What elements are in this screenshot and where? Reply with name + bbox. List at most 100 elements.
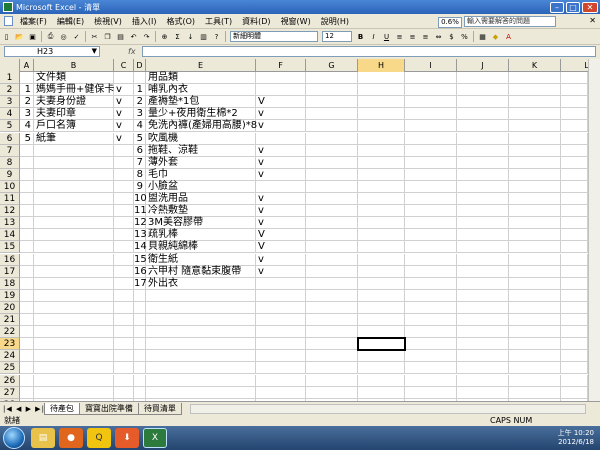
cell-f10[interactable] xyxy=(256,180,306,193)
cell-d19[interactable] xyxy=(134,289,146,302)
cell-f26[interactable] xyxy=(256,374,306,387)
cell-l12[interactable] xyxy=(561,205,588,218)
cell-i13[interactable] xyxy=(405,217,457,230)
cell-j12[interactable] xyxy=(457,205,509,218)
menu-format[interactable]: 格式(O) xyxy=(161,16,200,27)
cell-a4[interactable]: 3 xyxy=(20,108,34,121)
row-header-10[interactable]: 10 xyxy=(0,180,20,193)
cell-l7[interactable] xyxy=(561,144,588,157)
hyperlink-icon[interactable]: ⊕ xyxy=(159,31,170,42)
row-header-8[interactable]: 8 xyxy=(0,156,20,169)
cell-i25[interactable] xyxy=(405,362,457,375)
cell-f11[interactable]: v xyxy=(256,193,306,206)
cell-l24[interactable] xyxy=(561,350,588,363)
cell-g25[interactable] xyxy=(306,362,358,375)
chevron-down-icon[interactable]: ▼ xyxy=(92,47,97,56)
system-clock[interactable]: 上午 10:20 2012/6/18 xyxy=(558,429,594,447)
preview-icon[interactable]: ◎ xyxy=(58,31,69,42)
cell-a10[interactable] xyxy=(20,180,34,193)
cell-g20[interactable] xyxy=(306,301,358,314)
cell-c19[interactable] xyxy=(114,289,134,302)
cell-b24[interactable] xyxy=(34,350,114,363)
cell-i17[interactable] xyxy=(405,265,457,278)
row-header-27[interactable]: 27 xyxy=(0,386,20,399)
cell-d16[interactable]: 15 xyxy=(134,253,147,266)
cell-g2[interactable] xyxy=(306,84,358,97)
cell-i23[interactable] xyxy=(405,338,457,351)
cell-c23[interactable] xyxy=(114,338,134,351)
zoom-box[interactable]: 0.6% xyxy=(438,17,462,28)
cell-i10[interactable] xyxy=(405,180,457,193)
cell-j19[interactable] xyxy=(457,289,509,302)
cell-b14[interactable] xyxy=(34,229,114,242)
cell-j4[interactable] xyxy=(457,108,509,121)
cell-c2[interactable]: v xyxy=(114,84,134,97)
cell-i11[interactable] xyxy=(405,193,457,206)
column-header-e[interactable]: E xyxy=(146,59,256,72)
cell-e12[interactable]: 冷熱敷墊 xyxy=(146,205,256,218)
cell-d14[interactable]: 13 xyxy=(134,229,147,242)
chart-wizard-icon[interactable]: ▥ xyxy=(198,31,209,42)
cell-k4[interactable] xyxy=(509,108,561,121)
cell-k25[interactable] xyxy=(509,362,561,375)
cell-b11[interactable] xyxy=(34,193,114,206)
cell-g22[interactable] xyxy=(306,326,358,339)
cell-f25[interactable] xyxy=(256,362,306,375)
menu-window[interactable]: 視窗(W) xyxy=(276,16,316,27)
cell-c5[interactable]: v xyxy=(114,120,134,133)
cell-l10[interactable] xyxy=(561,180,588,193)
cell-h11[interactable] xyxy=(358,193,405,206)
row-header-12[interactable]: 12 xyxy=(0,205,20,218)
cell-c18[interactable] xyxy=(114,277,134,290)
align-right-icon[interactable]: ≡ xyxy=(420,31,431,42)
cell-c11[interactable] xyxy=(114,193,134,206)
cell-d22[interactable] xyxy=(134,326,146,339)
cell-g6[interactable] xyxy=(306,132,358,145)
cell-b23[interactable] xyxy=(34,338,114,351)
cell-g18[interactable] xyxy=(306,277,358,290)
cell-i3[interactable] xyxy=(405,96,457,109)
cell-k24[interactable] xyxy=(509,350,561,363)
cell-i21[interactable] xyxy=(405,314,457,327)
cell-f6[interactable] xyxy=(256,132,306,145)
cell-j25[interactable] xyxy=(457,362,509,375)
cell-b9[interactable] xyxy=(34,168,114,181)
cell-l5[interactable] xyxy=(561,120,588,133)
close-button[interactable]: ✕ xyxy=(582,1,598,13)
cell-f17[interactable]: v xyxy=(256,265,306,278)
open-icon[interactable]: 📂 xyxy=(14,31,25,42)
cell-g9[interactable] xyxy=(306,168,358,181)
cell-h2[interactable] xyxy=(358,84,405,97)
cell-d13[interactable]: 12 xyxy=(134,217,147,230)
new-icon[interactable]: ▯ xyxy=(1,31,12,42)
cell-g8[interactable] xyxy=(306,156,358,169)
cell-g3[interactable] xyxy=(306,96,358,109)
percent-icon[interactable]: % xyxy=(459,31,470,42)
cell-c21[interactable] xyxy=(114,314,134,327)
cell-c22[interactable] xyxy=(114,326,134,339)
cell-a3[interactable]: 2 xyxy=(20,96,34,109)
cell-e14[interactable]: 疏乳棒 xyxy=(146,229,256,242)
worksheet-grid[interactable]: ABCDEFGHIJKLM1文件類用品類21媽媽手冊+健保卡v1哺乳內衣32夫妻… xyxy=(0,59,600,401)
cell-k20[interactable] xyxy=(509,301,561,314)
cell-a24[interactable] xyxy=(20,350,34,363)
sort-asc-icon[interactable]: ↓ xyxy=(185,31,196,42)
cell-k23[interactable] xyxy=(509,338,561,351)
cell-a5[interactable]: 4 xyxy=(20,120,34,133)
cell-k19[interactable] xyxy=(509,289,561,302)
cell-e8[interactable]: 薄外套 xyxy=(146,156,256,169)
sheet-tab-1[interactable]: 待產包 xyxy=(43,402,80,415)
cell-f22[interactable] xyxy=(256,326,306,339)
cell-l20[interactable] xyxy=(561,301,588,314)
cell-j20[interactable] xyxy=(457,301,509,314)
cell-i20[interactable] xyxy=(405,301,457,314)
explorer-icon[interactable]: ▤ xyxy=(31,428,55,448)
cell-h5[interactable] xyxy=(358,120,405,133)
cell-a17[interactable] xyxy=(20,265,34,278)
row-header-21[interactable]: 21 xyxy=(0,314,20,327)
cell-l9[interactable] xyxy=(561,168,588,181)
cell-d6[interactable]: 5 xyxy=(134,132,146,145)
menu-data[interactable]: 資料(D) xyxy=(237,16,275,27)
cell-e20[interactable] xyxy=(146,301,256,314)
cell-g17[interactable] xyxy=(306,265,358,278)
